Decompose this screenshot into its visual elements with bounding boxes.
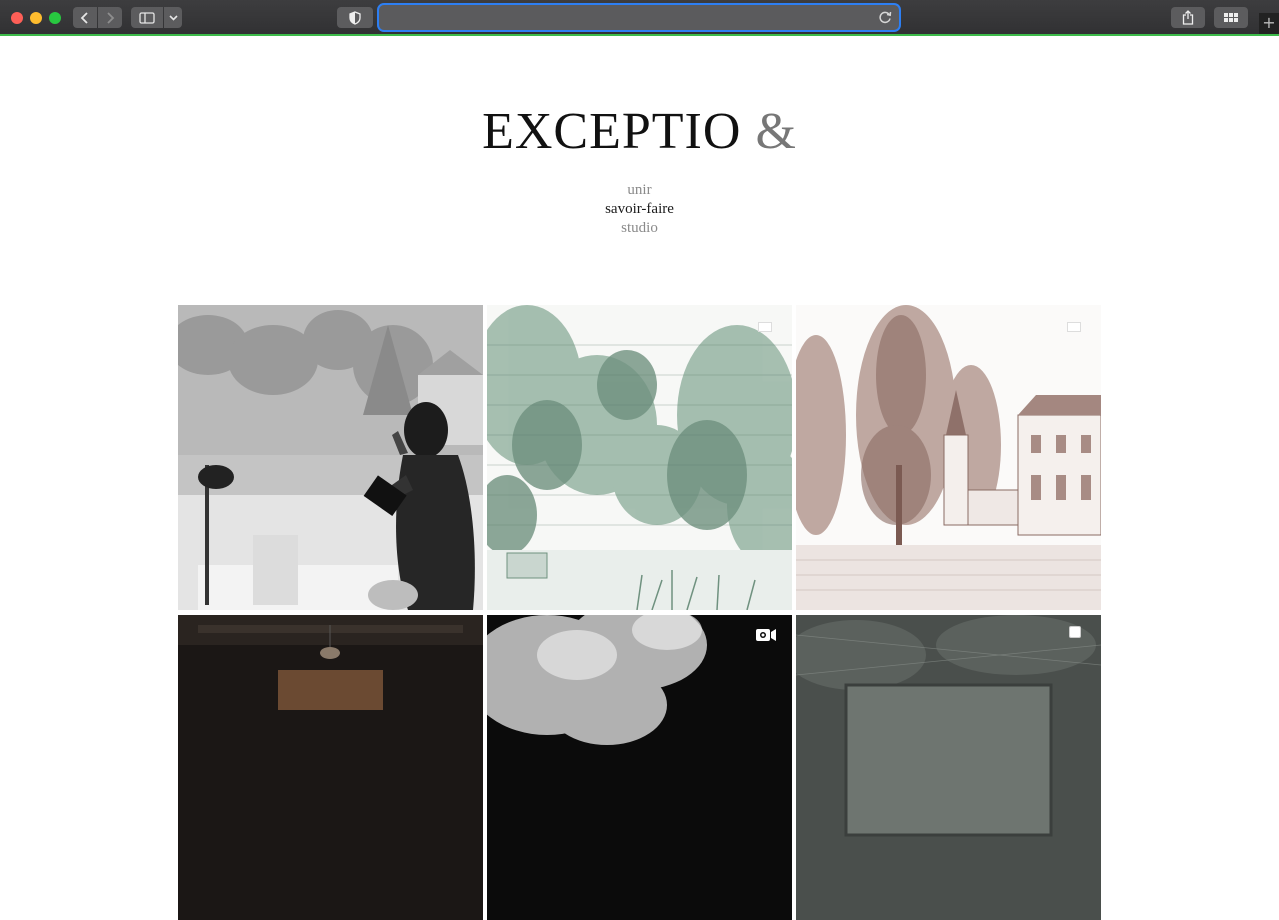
- photo-studio-drawing: [178, 305, 483, 610]
- nav-item-studio[interactable]: studio: [0, 219, 1279, 238]
- nav-item-savoir-faire[interactable]: savoir-faire: [0, 200, 1279, 219]
- carousel-icon: [758, 319, 772, 337]
- gallery-item[interactable]: [178, 615, 483, 920]
- site-logo[interactable]: EXCEPTIO &: [0, 102, 1279, 161]
- carousel-icon: [1069, 625, 1081, 643]
- grid-icon: [1224, 12, 1238, 22]
- carousel-icon: [1067, 319, 1081, 337]
- sidebar-icon: [139, 11, 155, 24]
- chevron-left-icon: [80, 11, 88, 24]
- nav-item-unir[interactable]: unir: [0, 181, 1279, 200]
- address-bar[interactable]: [379, 5, 899, 30]
- gallery-item[interactable]: [178, 305, 483, 610]
- tab-overview-button[interactable]: [1214, 7, 1248, 28]
- engraving-trees: [487, 305, 792, 610]
- gallery-item[interactable]: [487, 615, 792, 920]
- share-button[interactable]: [1171, 7, 1205, 28]
- engraving-chateau: [796, 305, 1101, 610]
- back-button[interactable]: [73, 7, 97, 28]
- logo-text: EXCEPTIO: [482, 103, 742, 160]
- zoom-window-button[interactable]: [49, 12, 61, 24]
- site-nav: unir savoir-faire studio: [0, 181, 1279, 238]
- logo-ampersand: &: [755, 103, 797, 160]
- browser-toolbar: +: [0, 0, 1279, 36]
- reload-icon[interactable]: [877, 9, 893, 25]
- chevron-right-icon: [107, 11, 115, 24]
- new-tab-button[interactable]: +: [1259, 13, 1279, 34]
- video-icon: [756, 628, 776, 647]
- share-icon: [1182, 10, 1194, 25]
- privacy-report-button[interactable]: [337, 7, 373, 28]
- gallery-item[interactable]: [796, 615, 1101, 920]
- gallery-item[interactable]: [796, 305, 1101, 610]
- close-window-button[interactable]: [11, 12, 23, 24]
- chevron-down-icon: [168, 14, 178, 21]
- photo-dark-interior: [178, 615, 483, 920]
- minimize-window-button[interactable]: [30, 12, 42, 24]
- sidebar-menu-button[interactable]: [164, 7, 182, 28]
- photo-smoke: [487, 615, 792, 920]
- forward-button[interactable]: [98, 7, 122, 28]
- sidebar-toggle-button[interactable]: [131, 7, 163, 28]
- photo-marble: [796, 615, 1101, 920]
- shield-icon: [349, 10, 361, 25]
- gallery-item[interactable]: [487, 305, 792, 610]
